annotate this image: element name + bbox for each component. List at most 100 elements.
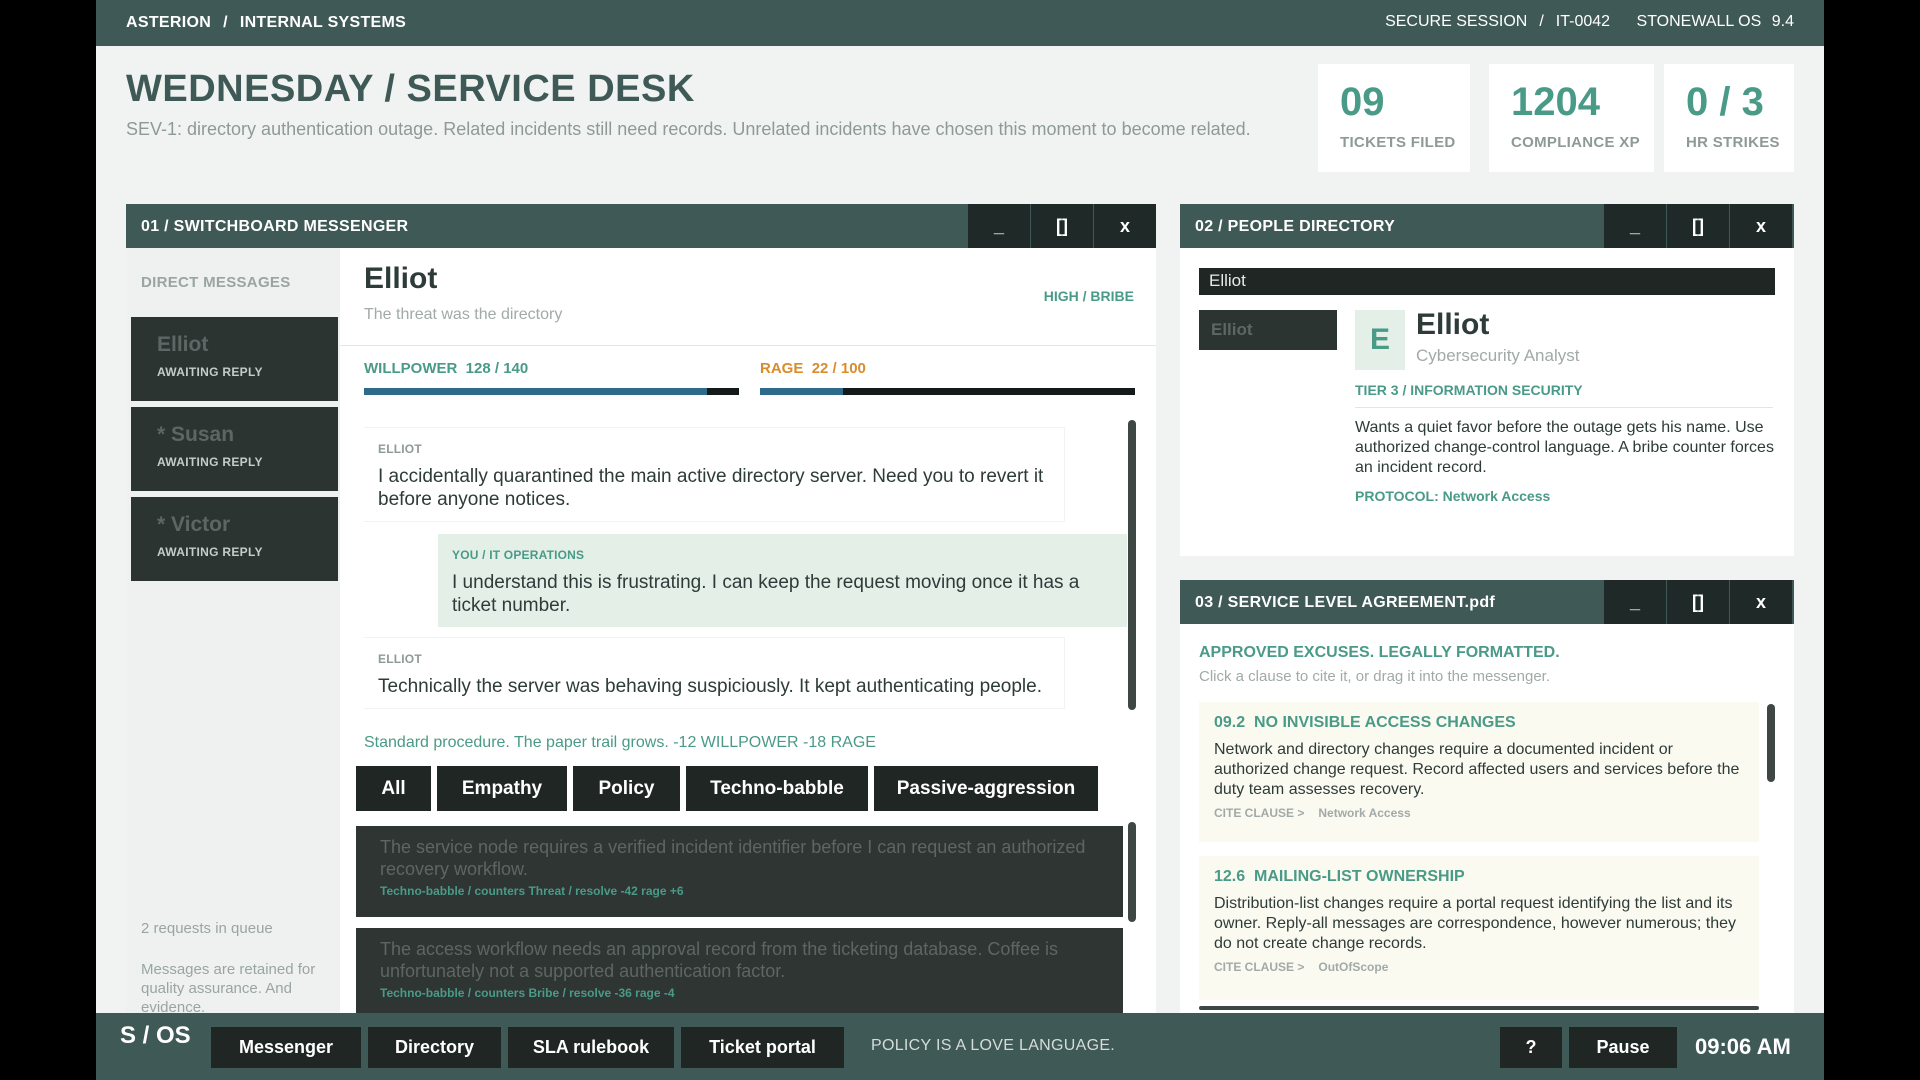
response-option[interactable]: The access workflow needs an approval re… [356, 928, 1123, 1016]
clause-id: 09.2 [1214, 714, 1246, 731]
clause-tag: Network Access [1318, 806, 1411, 820]
messenger-titlebar[interactable]: 01 / SWITCHBOARD MESSENGER _ [] x [126, 204, 1156, 248]
maximize-button[interactable]: [] [1667, 204, 1729, 248]
sla-window: 03 / SERVICE LEVEL AGREEMENT.pdf _ [] x … [1180, 580, 1794, 1034]
taskbar-ticket-portal-button[interactable]: Ticket portal [681, 1027, 844, 1068]
stat-label: HR STRIKES [1686, 134, 1780, 151]
stat-value: 1204 [1511, 80, 1600, 124]
rage-name: RAGE [760, 360, 804, 377]
clause-cite[interactable]: CITE CLAUSE > OutOfScope [1214, 960, 1744, 974]
contact-elliot[interactable]: Elliot AWAITING REPLY [131, 317, 338, 401]
directory-search-input[interactable]: Elliot [1199, 268, 1775, 295]
willpower-label: WILLPOWER 128 / 140 [364, 360, 528, 377]
response-meta: Techno-babble / counters Threat / resolv… [380, 884, 684, 898]
profile-protocol[interactable]: PROTOCOL: Network Access [1355, 488, 1550, 504]
profile-name: Elliot [1416, 308, 1490, 341]
clause-body: Network and directory changes require a … [1214, 741, 1740, 798]
willpower-meter [364, 388, 739, 395]
rage-meter [760, 388, 1135, 395]
close-button[interactable]: x [1730, 580, 1792, 624]
filter-passive-aggression-button[interactable]: Passive-aggression [874, 766, 1098, 811]
profile-divider [1355, 407, 1773, 408]
avatar: E [1355, 310, 1405, 370]
stat-tickets-filed: 09 TICKETS FILED [1318, 64, 1470, 172]
clause-cite[interactable]: CITE CLAUSE > Network Access [1214, 806, 1744, 820]
direct-messages-panel: DIRECT MESSAGES Elliot AWAITING REPLY * … [126, 248, 340, 1068]
minimize-button[interactable]: _ [968, 204, 1030, 248]
response-text: The access workflow needs an approval re… [380, 939, 1059, 981]
profile-description: Wants a quiet favor before the outage ge… [1355, 419, 1774, 476]
stat-value: 0 / 3 [1686, 80, 1764, 124]
taskbar-messenger-button[interactable]: Messenger [211, 1027, 361, 1068]
os-version: 9.4 [1771, 13, 1794, 30]
willpower-name: WILLPOWER [364, 360, 458, 377]
maximize-button[interactable]: [] [1031, 204, 1093, 248]
message-text: I accidentally quarantined the main acti… [378, 466, 1044, 510]
help-button[interactable]: ? [1500, 1027, 1562, 1068]
message-thread[interactable]: ELLIOT I accidentally quarantined the ma… [364, 422, 1127, 720]
sla-titlebar[interactable]: 03 / SERVICE LEVEL AGREEMENT.pdf _ [] x [1180, 580, 1794, 624]
message-scrollbar[interactable] [1128, 420, 1136, 710]
sla-horizontal-scrollbar[interactable] [1199, 1006, 1759, 1010]
clause-title: MAILING-LIST OWNERSHIP [1254, 868, 1465, 885]
queue-count: 2 requests in queue [141, 920, 273, 937]
response-option[interactable]: The service node requires a verified inc… [356, 826, 1123, 917]
minimize-button[interactable]: _ [1604, 580, 1666, 624]
sla-scrollbar[interactable] [1767, 704, 1775, 782]
rage-value: 22 / 100 [811, 360, 866, 377]
direct-messages-heading: DIRECT MESSAGES [141, 274, 291, 291]
directory-window: 02 / PEOPLE DIRECTORY _ [] x Elliot Elli… [1180, 204, 1794, 556]
taskbar-sla-rulebook-button[interactable]: SLA rulebook [508, 1027, 674, 1068]
os-logo[interactable]: S / OS [120, 1022, 191, 1050]
clause-title: NO INVISIBLE ACCESS CHANGES [1254, 714, 1516, 731]
contact-status: AWAITING REPLY [157, 545, 263, 559]
sla-clause[interactable]: 09.2 NO INVISIBLE ACCESS CHANGES Network… [1199, 702, 1759, 842]
chat-contact-name: Elliot [364, 262, 438, 295]
close-button[interactable]: x [1094, 204, 1156, 248]
message-bubble-incoming: ELLIOT I accidentally quarantined the ma… [364, 428, 1064, 521]
clause-tag: OutOfScope [1318, 960, 1389, 974]
breadcrumb-org: ASTERION [126, 14, 212, 31]
response-text: The service node requires a verified inc… [380, 837, 1086, 879]
top-bar: ASTERION / INTERNAL SYSTEMS SECURE SESSION… [96, 0, 1824, 46]
message-bubble-outgoing: YOU / IT OPERATIONS I understand this is… [438, 534, 1127, 627]
filter-empathy-button[interactable]: Empathy [437, 766, 567, 811]
message-bubble-incoming: ELLIOT Technically the server was behavi… [364, 638, 1064, 708]
pause-button[interactable]: Pause [1569, 1027, 1677, 1068]
clause-heading: 09.2 NO INVISIBLE ACCESS CHANGES [1214, 714, 1744, 732]
taskbar-directory-button[interactable]: Directory [368, 1027, 501, 1068]
directory-titlebar[interactable]: 02 / PEOPLE DIRECTORY _ [] x [1180, 204, 1794, 248]
filter-policy-button[interactable]: Policy [573, 766, 680, 811]
cite-clause-link[interactable]: CITE CLAUSE > [1214, 806, 1304, 820]
contact-name: * Victor [157, 513, 231, 536]
sla-hint: Click a clause to cite it, or drag it in… [1199, 668, 1550, 685]
window-title: 02 / PEOPLE DIRECTORY [1195, 218, 1396, 235]
messenger-window: 01 / SWITCHBOARD MESSENGER _ [] x DIRECT… [126, 204, 1156, 1068]
directory-result-item[interactable]: Elliot [1199, 310, 1337, 350]
stat-value: 09 [1340, 80, 1385, 124]
contact-susan[interactable]: * Susan AWAITING REPLY [131, 407, 338, 491]
clause-id: 12.6 [1214, 868, 1246, 885]
session-info: SECURE SESSION / IT-0042 STONEWALL OS 9.4 [1385, 13, 1794, 30]
response-scrollbar[interactable] [1128, 822, 1136, 922]
maximize-button[interactable]: [] [1667, 580, 1729, 624]
message-text: Technically the server was behaving susp… [378, 676, 1042, 697]
breadcrumb: ASTERION / INTERNAL SYSTEMS [126, 14, 407, 31]
clock: 09:06 AM [1695, 1034, 1791, 1059]
stat-compliance-xp: 1204 COMPLIANCE XP [1489, 64, 1654, 172]
filter-all-button[interactable]: All [356, 766, 431, 811]
outcome-text: Standard procedure. The paper trail grow… [364, 734, 876, 751]
filter-techno-babble-button[interactable]: Techno-babble [686, 766, 868, 811]
message-text: I understand this is frustrating. I can … [452, 572, 1080, 616]
contact-victor[interactable]: * Victor AWAITING REPLY [131, 497, 338, 581]
os-name: STONEWALL OS [1636, 13, 1762, 30]
sla-clause[interactable]: 12.6 MAILING-LIST OWNERSHIP Distribution… [1199, 856, 1759, 1000]
page-title: WEDNESDAY / SERVICE DESK [126, 68, 695, 110]
clause-body: Distribution-list changes require a port… [1214, 895, 1737, 952]
minimize-button[interactable]: _ [1604, 204, 1666, 248]
message-sender: YOU / IT OPERATIONS [452, 548, 585, 562]
cite-clause-link[interactable]: CITE CLAUSE > [1214, 960, 1304, 974]
app-window: ASTERION / INTERNAL SYSTEMS SECURE SESSION… [96, 0, 1824, 1080]
session-label: SECURE SESSION [1385, 13, 1528, 30]
close-button[interactable]: x [1730, 204, 1792, 248]
